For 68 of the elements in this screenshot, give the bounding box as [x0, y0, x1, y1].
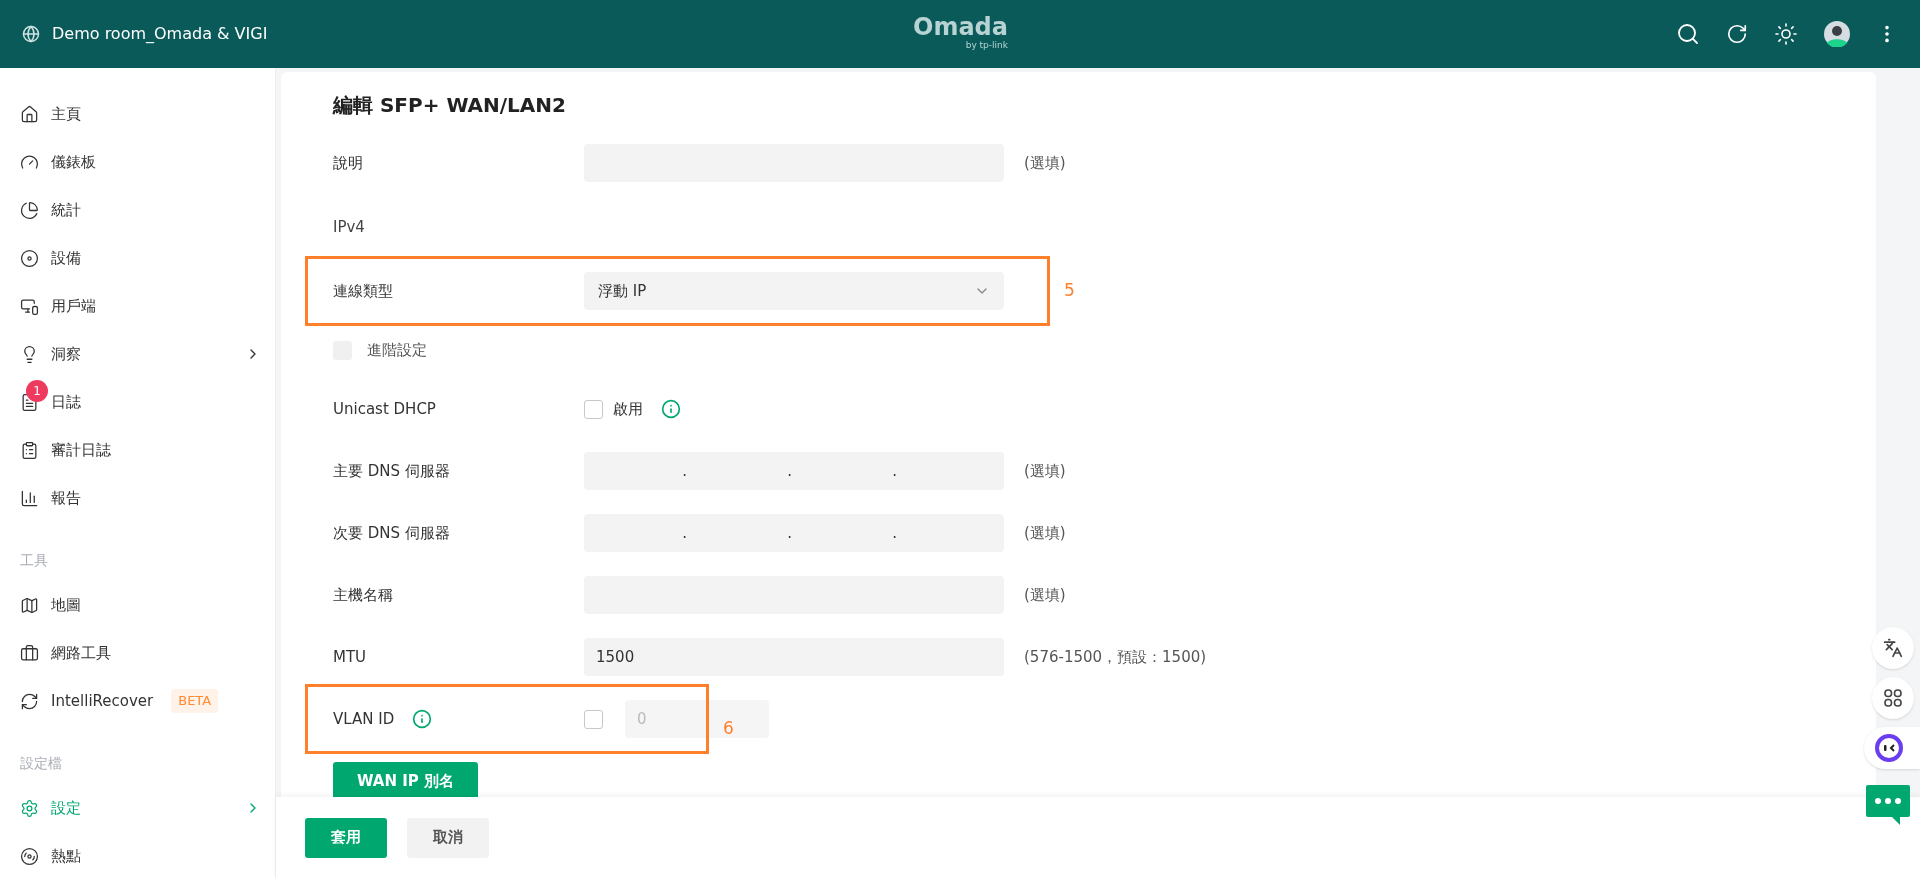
refresh-icon: [20, 691, 39, 711]
sidebar-item[interactable]: 設備: [0, 234, 275, 282]
grid-icon: [1883, 688, 1903, 708]
section-title: 工具: [20, 552, 48, 568]
field-note: (576-1500，預設：1500): [1024, 646, 1207, 668]
checkbox[interactable]: [584, 399, 603, 419]
sidebar-item[interactable]: 地圖: [0, 581, 275, 629]
sidebar-item[interactable]: 報告: [0, 474, 275, 522]
checkbox-label: 啟用: [613, 398, 643, 420]
bot-face-icon: [1874, 733, 1904, 763]
disc-icon: [20, 248, 39, 268]
annotation-number: 6: [723, 717, 734, 740]
disc-icon: [20, 846, 39, 866]
info-icon[interactable]: [661, 399, 681, 419]
sidebar-item[interactable]: 統計: [0, 186, 275, 234]
sidebar-item[interactable]: 熱點: [0, 832, 275, 878]
logo-subtitle: by tp-link: [965, 40, 1008, 50]
sidebar-item[interactable]: 儀錶板: [0, 138, 275, 186]
map-icon: [20, 595, 39, 615]
list-icon: [20, 440, 39, 460]
translate-button[interactable]: [1872, 627, 1914, 669]
globe-icon: [22, 25, 40, 43]
search-icon[interactable]: [1676, 22, 1700, 46]
assistant-button[interactable]: [1864, 727, 1920, 769]
translate-icon: [1883, 638, 1903, 658]
field-label: 連線類型: [333, 280, 394, 302]
toolbox-icon: [20, 643, 39, 663]
chat-icon[interactable]: [1866, 785, 1910, 827]
field-label: 主要 DNS 伺服器: [333, 460, 451, 482]
avatar[interactable]: [1824, 21, 1850, 47]
field-label: MTU: [333, 646, 368, 668]
cancel-button[interactable]: 取消: [407, 817, 489, 858]
notification-badge: 1: [26, 380, 48, 402]
field-note: (選填): [1024, 152, 1066, 174]
connection-type-select[interactable]: 浮動 IP: [584, 272, 1004, 310]
field-note: (選填): [1024, 522, 1066, 544]
sidebar-item[interactable]: IntelliRecover BETA: [0, 677, 275, 725]
sidebar-item[interactable]: 主頁: [0, 90, 275, 138]
sidebar-item[interactable]: 日誌 1: [0, 378, 275, 426]
bar-chart-icon: [20, 488, 39, 508]
checkbox-label: 進階設定: [367, 339, 427, 361]
theme-icon[interactable]: [1774, 22, 1798, 46]
beta-tag: BETA: [171, 689, 219, 713]
page-title: 編輯 SFP+ WAN/LAN2: [333, 92, 567, 118]
field-label: 次要 DNS 伺服器: [333, 522, 451, 544]
field-label: 主機名稱: [333, 584, 394, 606]
ip-address-field[interactable]: . . .: [584, 452, 1004, 490]
field-note: (選填): [1024, 460, 1066, 482]
apps-button[interactable]: [1872, 677, 1914, 719]
sidebar-item[interactable]: 審計日誌: [0, 426, 275, 474]
field-label: VLAN ID: [333, 708, 395, 730]
refresh-icon[interactable]: [1726, 23, 1748, 45]
pie-chart-icon: [20, 200, 39, 220]
field-note: (選填): [1024, 584, 1066, 606]
field-label: Unicast DHCP: [333, 398, 437, 420]
text-field[interactable]: 1500: [584, 638, 1004, 676]
annotation-number: 5: [1064, 279, 1075, 302]
settings-icon: [20, 798, 39, 818]
site-name[interactable]: Demo room_Omada & VIGI: [52, 22, 268, 46]
sidebar-item[interactable]: 用戶端: [0, 282, 275, 330]
home-icon: [20, 104, 39, 124]
field-label: 說明: [333, 152, 364, 174]
ip-address-field[interactable]: . . .: [584, 514, 1004, 552]
logo: Omada: [913, 14, 1008, 40]
sidebar-item[interactable]: 洞察: [0, 330, 275, 378]
section-heading: IPv4: [333, 216, 365, 238]
section-title: 設定檔: [20, 755, 62, 771]
sidebar-item[interactable]: 網路工具: [0, 629, 275, 677]
